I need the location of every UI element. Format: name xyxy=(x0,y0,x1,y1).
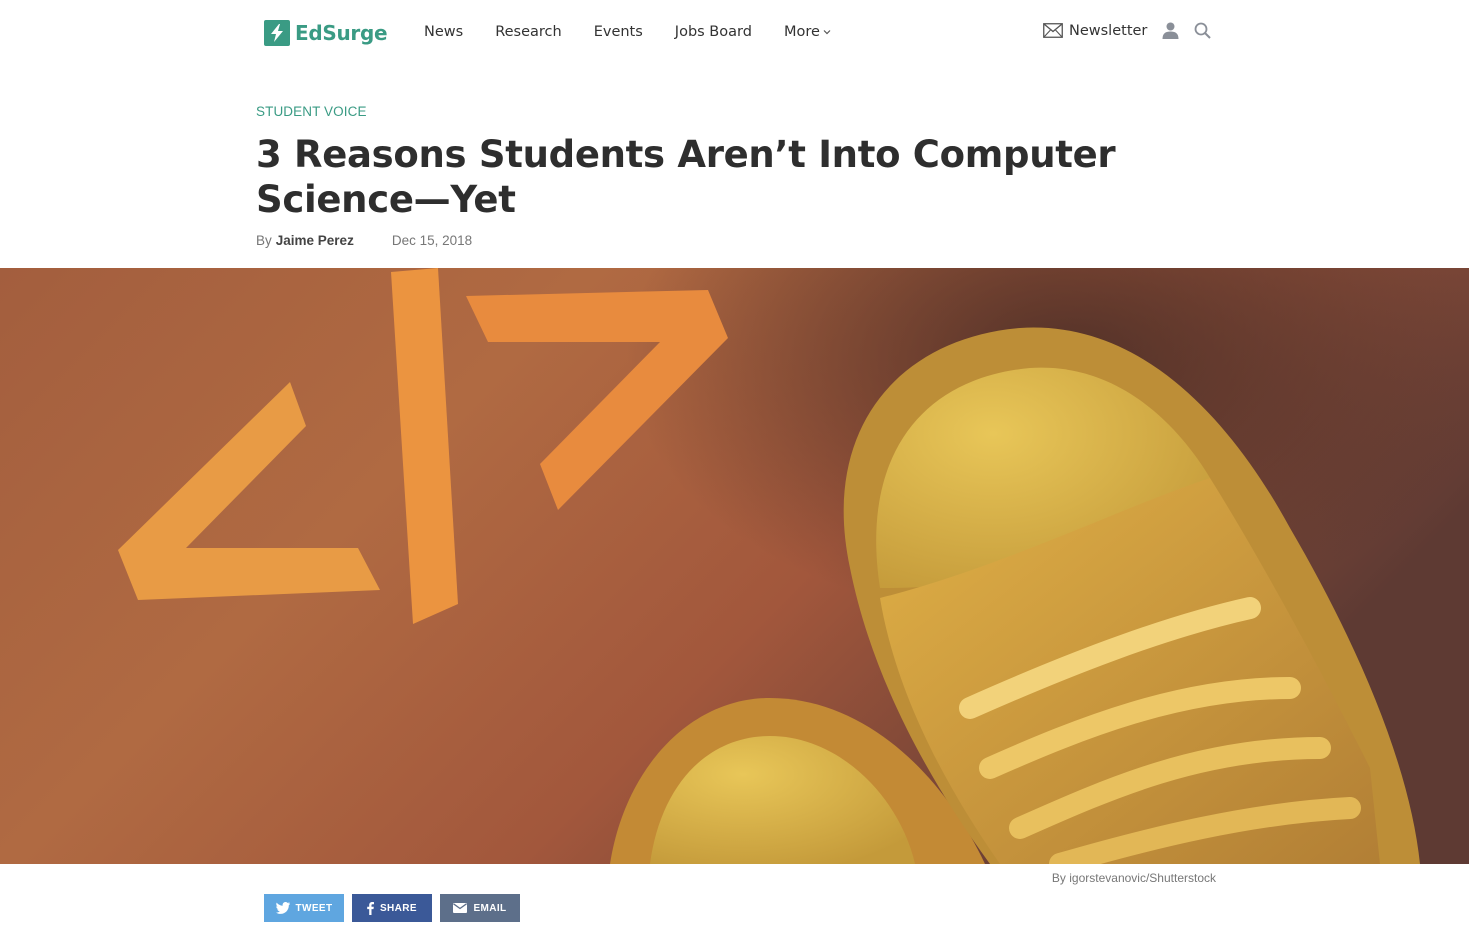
edsurge-logo[interactable]: EdSurge xyxy=(264,20,388,46)
tweet-label: TWEET xyxy=(295,902,333,914)
byline: By Jaime Perez Dec 15, 2018 xyxy=(256,233,472,248)
brand-name: EdSurge xyxy=(295,21,388,45)
facebook-share-button[interactable]: SHARE xyxy=(352,894,432,922)
newsletter-label: Newsletter xyxy=(1069,22,1148,39)
article-title: 3 Reasons Students Aren’t Into Computer … xyxy=(256,133,1116,221)
header-actions: Newsletter xyxy=(1043,22,1212,39)
envelope-icon xyxy=(453,903,468,913)
nav-item-more[interactable]: More xyxy=(784,24,831,40)
share-bar: TWEET SHARE EMAIL xyxy=(264,894,528,922)
nav-item-research[interactable]: Research xyxy=(495,24,562,40)
user-icon xyxy=(1162,22,1179,39)
nav-item-news[interactable]: News xyxy=(424,24,463,40)
account-button[interactable] xyxy=(1162,22,1179,39)
email-label: EMAIL xyxy=(473,902,507,914)
search-icon xyxy=(1194,22,1212,39)
tweet-button[interactable]: TWEET xyxy=(264,894,344,922)
twitter-icon xyxy=(275,902,290,914)
search-button[interactable] xyxy=(1194,22,1212,39)
nav-item-jobs-board[interactable]: Jobs Board xyxy=(675,24,752,40)
facebook-icon xyxy=(367,901,374,915)
publish-date: Dec 15, 2018 xyxy=(391,233,473,248)
author-link[interactable]: Jaime Perez xyxy=(276,233,354,248)
envelope-icon xyxy=(1043,23,1063,38)
site-header: EdSurge News Research Events Jobs Board … xyxy=(0,0,1469,68)
nav-item-events[interactable]: Events xyxy=(594,24,643,40)
email-share-button[interactable]: EMAIL xyxy=(440,894,520,922)
hero-illustration xyxy=(0,268,1469,864)
photo-credit: By igorstevanovic/Shutterstock xyxy=(1051,871,1216,885)
newsletter-link[interactable]: Newsletter xyxy=(1043,23,1147,39)
hero-image xyxy=(0,268,1469,864)
lightning-bolt-icon xyxy=(264,20,290,46)
share-label: SHARE xyxy=(379,902,417,914)
main-nav: News Research Events Jobs Board More xyxy=(424,24,863,40)
nav-item-more-label: More xyxy=(783,24,820,40)
chevron-down-icon xyxy=(823,30,831,35)
byline-prefix: By xyxy=(256,233,272,248)
article-category[interactable]: STUDENT VOICE xyxy=(256,104,367,119)
